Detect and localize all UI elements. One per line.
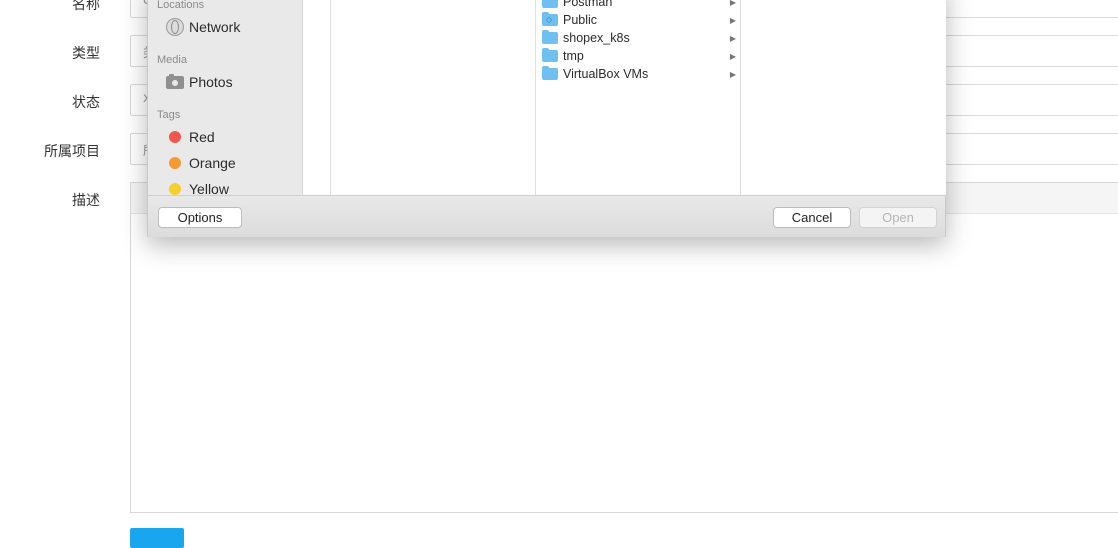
file-row-virtualbox-vms[interactable]: VirtualBox VMs ▶ (542, 65, 738, 83)
chevron-right-icon: ▶ (729, 33, 736, 43)
chevron-right-icon: ▶ (729, 69, 736, 79)
browser-column-1[interactable] (303, 0, 331, 195)
form-label-status: 状态 (72, 95, 100, 111)
file-row-public[interactable]: ◇ Public ▶ (542, 11, 738, 29)
tags-header: Tags (157, 109, 181, 121)
sidebar-item-photos-label: Photos (189, 74, 233, 90)
form-label-type: 类型 (72, 46, 100, 62)
file-row-postman[interactable]: Postman ▶ (542, 0, 738, 11)
tag-yellow-label: Yellow (189, 181, 229, 195)
public-folder-icon: ◇ (542, 12, 558, 26)
tag-yellow-dot (169, 183, 181, 195)
folder-icon (542, 48, 558, 62)
tag-red-label: Red (189, 129, 215, 145)
folder-icon (542, 30, 558, 44)
chevron-right-icon: ▶ (729, 0, 736, 7)
media-header: Media (157, 54, 187, 66)
sidebar-item-photos[interactable]: Photos (166, 72, 233, 92)
sidebar-item-tag-yellow[interactable]: Yellow (166, 179, 229, 195)
open-button[interactable]: Open (859, 207, 937, 228)
submit-button[interactable] (130, 528, 184, 548)
file-row-tmp[interactable]: tmp ▶ (542, 47, 738, 65)
file-name: VirtualBox VMs (563, 67, 649, 81)
file-name: Postman (563, 0, 613, 9)
dialog-footer: Options Cancel Open (148, 195, 945, 237)
file-name: shopex_k8s (563, 31, 630, 45)
file-name: Public (563, 13, 598, 27)
tag-orange-label: Orange (189, 155, 236, 171)
browser-column-3[interactable]: Postman ▶ ◇ Public ▶ shopex_k8s ▶ tmp ▶ … (536, 0, 741, 195)
form-label-project: 所属项目 (44, 144, 100, 160)
tag-red-dot (169, 131, 181, 143)
tag-orange-dot (169, 157, 181, 169)
file-open-dialog: Locations Network Media Photos Tags Red … (147, 0, 946, 237)
sidebar-item-tag-red[interactable]: Red (166, 127, 215, 147)
sidebar-item-network-label: Network (189, 19, 241, 35)
dialog-sidebar: Locations Network Media Photos Tags Red … (148, 0, 303, 195)
locations-header: Locations (157, 0, 205, 11)
browser-column-2[interactable] (331, 0, 536, 195)
folder-icon (542, 66, 558, 80)
file-name: tmp (563, 49, 584, 63)
network-icon (166, 18, 184, 36)
options-button[interactable]: Options (158, 207, 242, 228)
chevron-right-icon: ▶ (729, 51, 736, 61)
folder-icon (542, 0, 558, 8)
cancel-button[interactable]: Cancel (773, 207, 851, 228)
camera-icon (166, 73, 184, 89)
sidebar-item-network[interactable]: Network (166, 17, 240, 37)
file-browser: Postman ▶ ◇ Public ▶ shopex_k8s ▶ tmp ▶ … (303, 0, 946, 195)
chevron-right-icon: ▶ (729, 15, 736, 25)
browser-column-4[interactable] (741, 0, 946, 195)
form-label-name: 名称 (72, 0, 100, 13)
file-row-shopex-k8s[interactable]: shopex_k8s ▶ (542, 29, 738, 47)
form-label-description: 描述 (72, 193, 100, 209)
sidebar-item-tag-orange[interactable]: Orange (166, 153, 236, 173)
